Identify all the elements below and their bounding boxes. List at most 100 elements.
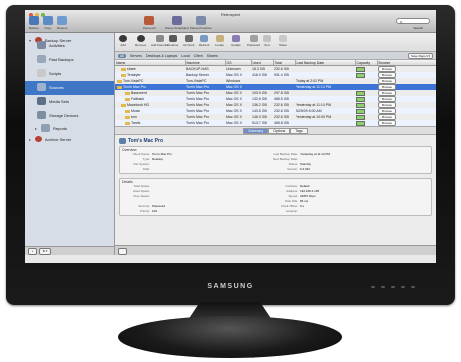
pause-all-icon [144, 16, 155, 25]
remove-button[interactable]: Remove [135, 35, 146, 47]
tab-options[interactable]: Options [268, 127, 291, 134]
field-value: Yesterday at 11:14 PM [300, 151, 331, 156]
sidebar-item-reports[interactable]: ▸ Reports [35, 124, 67, 132]
capacity-gauge [356, 108, 365, 114]
refresh-button[interactable]: Refresh [199, 35, 210, 47]
sort-button[interactable]: Sort [263, 35, 271, 47]
disclosure-triangle-icon[interactable]: ▾ [29, 38, 31, 43]
volume-icon [125, 115, 130, 119]
toolbar-button-label: Copy [44, 26, 52, 30]
monitor-stand [118, 316, 342, 358]
filter-client[interactable]: Client [194, 54, 203, 58]
field-label: Priority: [139, 208, 150, 213]
field-value: 24867 kbps [300, 193, 316, 198]
browse-button[interactable]: Browse [378, 120, 397, 126]
add-button[interactable]: Add [119, 35, 127, 47]
window-titlebar: Retrospect Backup Copy Restore Pause All Pau… [25, 10, 436, 33]
field-value: 100 [152, 208, 158, 213]
disclosure-triangle-icon[interactable]: ▸ [29, 137, 31, 142]
sidebar-item-scripts[interactable]: Scripts [37, 69, 61, 77]
button-label: Share [279, 43, 288, 47]
detail-tabs: Summary Options Tags [115, 126, 436, 135]
filter-shares[interactable]: Shares [207, 54, 218, 58]
toolbar-pause-all-button[interactable]: Pause All [143, 16, 156, 30]
field-label: Free Space: [133, 193, 150, 198]
sidebar-item-storage-devices[interactable]: Storage Devices [37, 111, 78, 119]
detail-field: Security: Password [122, 203, 165, 208]
field-label: Client Name: [132, 151, 150, 156]
add-favorite-button[interactable]: Add Favorite [151, 35, 168, 47]
toolbar-pause-scheduled-button[interactable]: Pause Scheduled [165, 16, 189, 30]
password-button[interactable]: Password [247, 35, 260, 47]
sidebar-item-label: Scripts [49, 70, 62, 76]
sidebar-item-activities[interactable]: Activities [37, 41, 65, 49]
sidebar-server-archive[interactable]: ▸ Archive Server [29, 136, 71, 142]
toolbar-backup-button[interactable]: Backup [29, 16, 39, 30]
volume-icon [121, 67, 126, 71]
detail-field: Client Name: Tom's Mac Pro [122, 151, 172, 156]
detail-field: Location: [270, 208, 319, 213]
search-input[interactable]: Q [396, 18, 430, 24]
tab-summary[interactable]: Summary [243, 127, 269, 134]
field-value: Default [300, 183, 310, 188]
update-icon [231, 35, 240, 42]
row-name: Macintosh HD [127, 103, 149, 107]
capacity-gauge [356, 72, 365, 78]
field-label: Total Space: [133, 183, 150, 188]
action-menu-button[interactable]: ⚙ ▾ [39, 247, 51, 255]
sources-icon [37, 83, 46, 91]
panel-toggle-button[interactable] [118, 248, 127, 255]
filter-servers[interactable]: Servers [130, 54, 142, 58]
toolbar-button-label: Pause Scheduled [165, 26, 189, 30]
sidebar-item-sources[interactable]: Sources [37, 83, 64, 91]
sidebar-item-media-sets[interactable]: Media Sets [37, 97, 69, 105]
field-value: 56 ms [300, 198, 309, 203]
window-title: Retrospect [220, 12, 241, 17]
locate-button[interactable]: Locate [215, 35, 224, 47]
button-label: Rename [167, 43, 179, 47]
field-label: Type: [142, 156, 150, 161]
field-value: 192.168.4.105 [300, 188, 320, 193]
volume-icon [125, 109, 130, 113]
detail-field: Priority: 100 [122, 208, 165, 213]
add-server-button[interactable]: + [28, 247, 37, 255]
main-status-bar [115, 245, 436, 255]
button-label: Remove [135, 43, 147, 47]
filter-desktops-laptops[interactable]: Desktops & Laptops [146, 54, 177, 58]
toolbar-pause-proactive-button[interactable]: Pause Proactive [190, 16, 212, 30]
rename-button[interactable]: Rename [167, 35, 178, 47]
disclosure-triangle-icon[interactable]: ▸ [35, 126, 37, 131]
reports-icon [41, 124, 51, 132]
field-value: 6 s [300, 203, 305, 208]
share-button[interactable]: Share [279, 35, 287, 47]
air-dock-button[interactable]: Air Dock [183, 35, 194, 47]
past-backups-icon [37, 55, 46, 63]
add-favorite-icon [155, 35, 164, 42]
main-panel: Add Remove Add Favorite Rename Air Dock Refre… [115, 33, 436, 255]
toolbar-copy-button[interactable]: Copy [43, 16, 53, 30]
update-button[interactable]: Update [231, 35, 241, 47]
sidebar-bottom-bar: + ⚙ ▾ [25, 246, 114, 255]
filter-all[interactable]: All [118, 53, 126, 58]
field-label: Speed: [288, 193, 298, 198]
row-name: Music [131, 109, 141, 113]
volume-icon [121, 103, 126, 107]
button-label: Update [231, 43, 241, 47]
row-name: Tom's Mac Pro [123, 85, 147, 89]
toolbar-restore-button[interactable]: Restore [57, 16, 68, 30]
activities-icon [37, 41, 46, 49]
field-label: File System: [133, 161, 150, 166]
filter-local[interactable]: Local [181, 54, 189, 58]
server-icon [35, 136, 43, 142]
button-label: Refresh [199, 43, 210, 47]
volume-icon [125, 97, 130, 101]
field-label: Disk Fills: [285, 198, 298, 203]
save-report-button[interactable]: Save Report ▾ [407, 53, 433, 59]
refresh-icon [200, 35, 209, 42]
toolbar-button-label: Backup [29, 26, 40, 30]
volume-icon [125, 121, 130, 125]
field-value: Tom's Mac Pro [152, 151, 172, 156]
row-name: tom [131, 115, 137, 119]
sidebar-item-past-backups[interactable]: Past Backups [37, 55, 73, 63]
tab-tags[interactable]: Tags [290, 127, 308, 134]
